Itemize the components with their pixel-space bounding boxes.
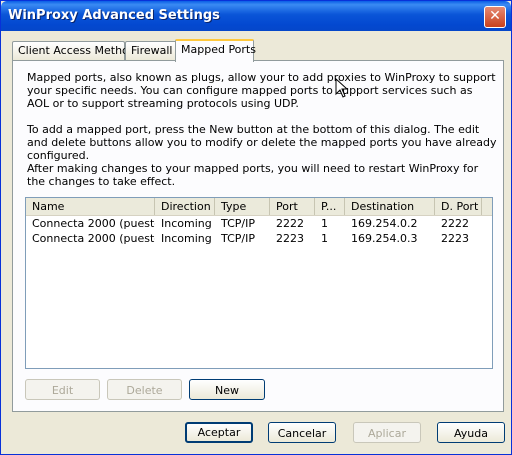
column-header-type[interactable]: Type (215, 198, 270, 215)
help-button[interactable]: Ayuda (437, 422, 505, 443)
table-row[interactable]: Connecta 2000 (puesto1) Incoming TCP/IP … (26, 216, 492, 231)
tab-label: Firewall (131, 44, 173, 57)
tab-mapped-ports[interactable]: Mapped Ports (175, 39, 256, 62)
column-header-d-port[interactable]: D. Port (435, 198, 482, 215)
title-bar[interactable]: WinProxy Advanced Settings ✕ (1, 1, 511, 31)
delete-button[interactable]: Delete (107, 379, 182, 400)
cell-p: 1 (321, 217, 328, 230)
mapped-ports-panel: Mapped ports, also known as plugs, allow… (12, 60, 504, 412)
window-title: WinProxy Advanced Settings (8, 8, 220, 23)
cell-d-port: 2222 (441, 217, 469, 230)
cell-p: 1 (321, 232, 328, 245)
cell-name: Connecta 2000 (puesto2) (32, 232, 155, 245)
column-header-name[interactable]: Name (26, 198, 155, 215)
new-button[interactable]: New (189, 379, 265, 400)
cell-destination: 169.254.0.3 (351, 232, 418, 245)
cell-direction: Incoming (161, 217, 212, 230)
cell-name: Connecta 2000 (puesto1) (32, 217, 155, 230)
cell-d-port: 2223 (441, 232, 469, 245)
description-paragraph-3: After making changes to your mapped port… (27, 162, 482, 188)
cell-type: TCP/IP (221, 232, 255, 245)
description-paragraph-1: Mapped ports, also known as plugs, allow… (27, 71, 500, 110)
dialog-window: WinProxy Advanced Settings ✕ Client Acce… (0, 0, 512, 455)
cell-destination: 169.254.0.2 (351, 217, 418, 230)
list-header: Name Direction Type Port P... Destinatio… (26, 198, 492, 216)
mouse-pointer-icon (335, 78, 349, 98)
column-header-direction[interactable]: Direction (155, 198, 215, 215)
close-icon: ✕ (489, 8, 501, 24)
cell-type: TCP/IP (221, 217, 255, 230)
column-header-destination[interactable]: Destination (345, 198, 435, 215)
edit-button[interactable]: Edit (25, 379, 100, 400)
tab-client-access-method[interactable]: Client Access Method (12, 41, 136, 60)
tab-label: Client Access Method (18, 44, 136, 57)
cell-direction: Incoming (161, 232, 212, 245)
column-header-p[interactable]: P... (315, 198, 345, 215)
column-header-port[interactable]: Port (270, 198, 315, 215)
accept-button[interactable]: Aceptar (185, 422, 253, 443)
cell-port: 2222 (276, 217, 304, 230)
close-button[interactable]: ✕ (484, 6, 506, 28)
mapped-ports-list[interactable]: Name Direction Type Port P... Destinatio… (25, 197, 493, 369)
description-paragraph-2: To add a mapped port, press the New butt… (27, 123, 501, 162)
tab-label: Mapped Ports (181, 43, 256, 56)
apply-button[interactable]: Aplicar (353, 422, 421, 443)
cell-port: 2223 (276, 232, 304, 245)
cancel-button[interactable]: Cancelar (268, 422, 336, 443)
table-row[interactable]: Connecta 2000 (puesto2) Incoming TCP/IP … (26, 231, 492, 246)
